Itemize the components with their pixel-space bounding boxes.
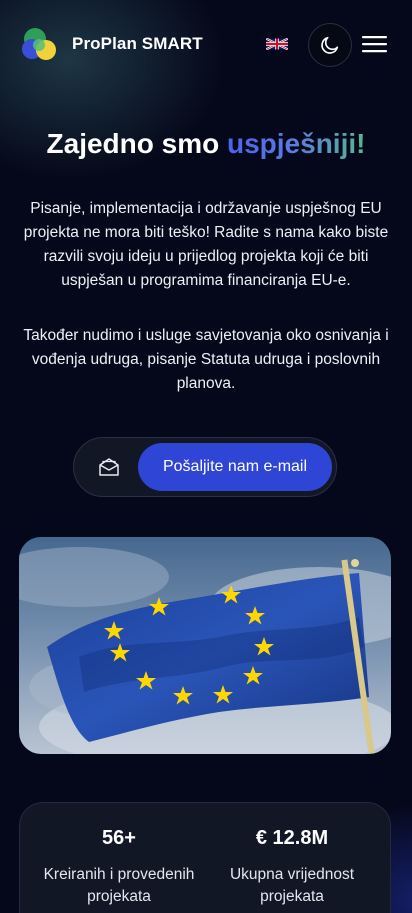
- eu-flag-illustration: [19, 537, 391, 754]
- stat-value: 56+: [102, 827, 136, 849]
- hero-title: Zajedno smo uspješniji!: [0, 128, 412, 160]
- stat-projects: 56+ Kreiranih i provedenih projekata: [34, 827, 204, 908]
- hero-title-highlight: uspješniji!: [227, 128, 366, 159]
- send-email-button[interactable]: Pošaljite nam e-mail: [138, 443, 332, 491]
- hamburger-menu-icon[interactable]: [362, 34, 388, 54]
- hero-paragraph-consulting: Također nudimo i usluge savjetovanja oko…: [23, 327, 389, 392]
- site-header: ProPlan SMART: [0, 0, 412, 88]
- envelope-open-icon: [99, 458, 119, 476]
- stat-label: Kreiranih i provedenih projekata: [43, 866, 195, 905]
- hero-title-main: Zajedno smo: [46, 128, 227, 159]
- stat-total-value: € 12.8M Ukupna vrijednost projekata: [207, 827, 377, 908]
- eu-flag-image: [19, 537, 391, 754]
- hero-paragraph-eu-projects: Pisanje, implementacija i održavanje usp…: [23, 200, 389, 289]
- stat-value: € 12.8M: [255, 827, 329, 849]
- moon-icon: [321, 36, 339, 54]
- brand-name[interactable]: ProPlan SMART: [72, 34, 203, 54]
- theme-toggle-button[interactable]: [308, 23, 352, 67]
- stat-label: Ukupna vrijednost projekata: [229, 866, 355, 905]
- stats-card: 56+ Kreiranih i provedenih projekata € 1…: [19, 802, 391, 913]
- brand-logo[interactable]: [19, 24, 59, 64]
- uk-flag-icon[interactable]: [266, 38, 288, 50]
- cta-container: Pošaljite nam e-mail: [73, 437, 337, 497]
